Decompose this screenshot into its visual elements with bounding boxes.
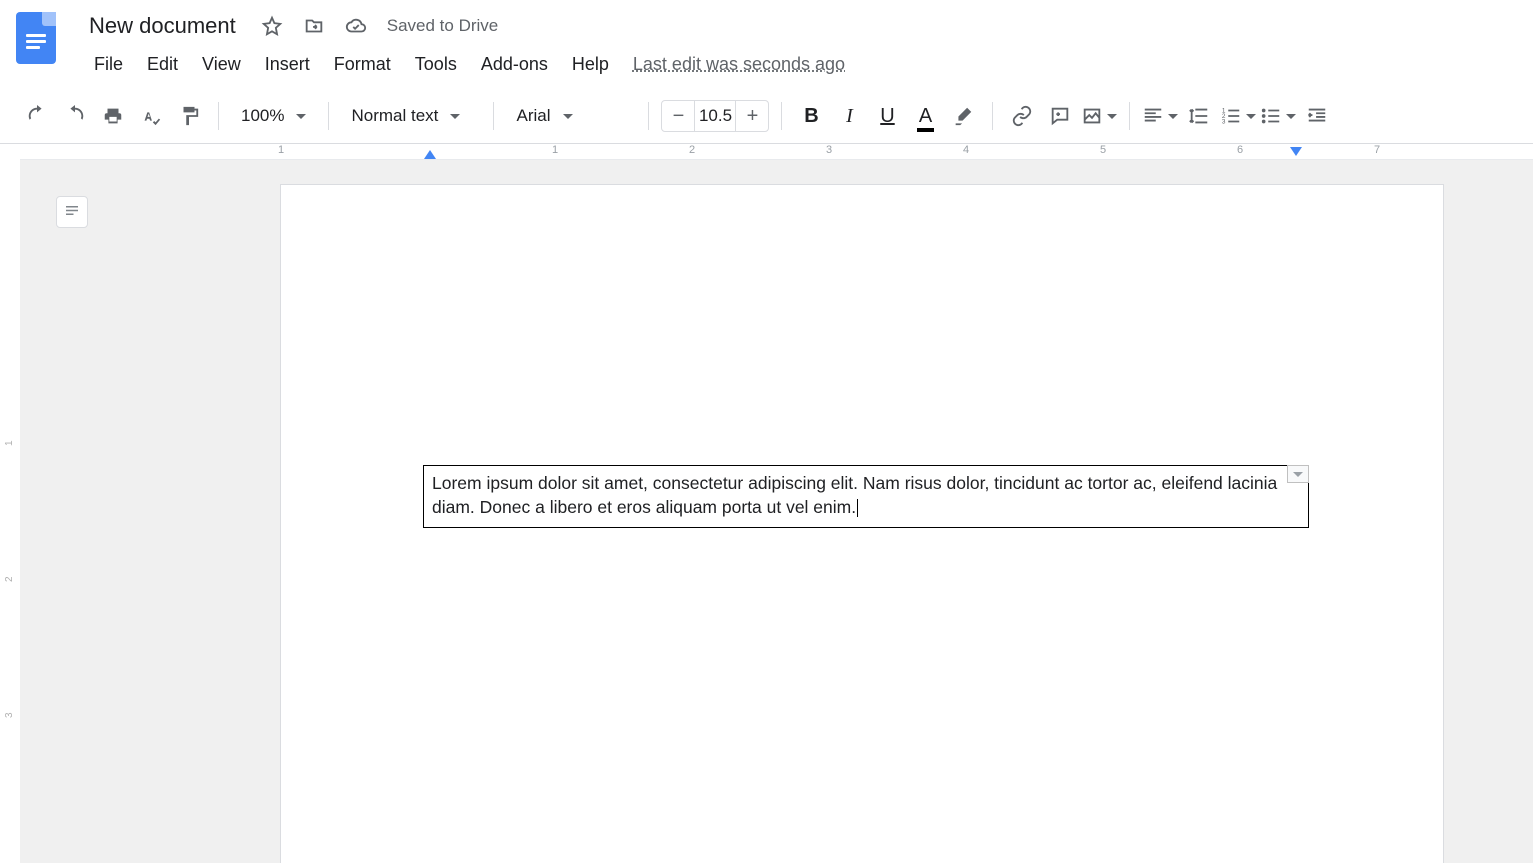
ruler-number: 3 — [4, 712, 15, 718]
docs-logo-icon[interactable] — [16, 12, 56, 64]
text-cursor — [857, 499, 858, 517]
menu-edit[interactable]: Edit — [137, 50, 188, 79]
chevron-down-icon — [563, 114, 573, 119]
ruler-number: 5 — [1100, 144, 1106, 156]
menu-addons[interactable]: Add-ons — [471, 50, 558, 79]
undo-button[interactable] — [20, 99, 54, 133]
ruler-number: 6 — [1237, 144, 1243, 156]
left-indent-marker[interactable] — [424, 150, 436, 159]
italic-button[interactable]: I — [832, 99, 866, 133]
font-size-control: − + — [661, 100, 769, 132]
star-icon[interactable] — [261, 15, 283, 37]
toolbar: 100% Normal text Arial − + B I U A 123 — [0, 88, 1533, 144]
insert-link-button[interactable] — [1005, 99, 1039, 133]
font-family-value: Arial — [516, 106, 550, 126]
text-box[interactable]: Lorem ipsum dolor sit amet, consectetur … — [423, 465, 1309, 528]
chevron-down-icon — [296, 114, 306, 119]
app-header: New document Saved to Drive File Edit Vi… — [0, 0, 1533, 88]
zoom-value: 100% — [241, 106, 284, 126]
save-status-text: Saved to Drive — [387, 16, 499, 36]
document-title-input[interactable]: New document — [84, 10, 241, 42]
font-family-dropdown[interactable]: Arial — [506, 99, 636, 133]
last-edit-link[interactable]: Last edit was seconds ago — [623, 50, 855, 79]
cloud-saved-icon[interactable] — [345, 15, 367, 37]
highlight-color-button[interactable] — [946, 99, 980, 133]
insert-comment-button[interactable] — [1043, 99, 1077, 133]
font-size-decrease-button[interactable]: − — [662, 101, 694, 131]
ruler-number: 3 — [826, 144, 832, 156]
ruler-number: 1 — [4, 440, 15, 446]
textbox-options-button[interactable] — [1287, 465, 1309, 483]
bold-button[interactable]: B — [794, 99, 828, 133]
right-indent-marker[interactable] — [1290, 147, 1302, 156]
paragraph-style-dropdown[interactable]: Normal text — [341, 99, 481, 133]
font-size-input[interactable] — [694, 101, 736, 131]
chevron-down-icon — [450, 114, 460, 119]
svg-text:3: 3 — [1222, 118, 1226, 125]
menu-view[interactable]: View — [192, 50, 251, 79]
decrease-indent-button[interactable] — [1300, 99, 1334, 133]
numbered-list-button[interactable]: 123 — [1220, 99, 1256, 133]
menu-tools[interactable]: Tools — [405, 50, 467, 79]
move-folder-icon[interactable] — [303, 15, 325, 37]
workspace: 1 2 3 1 1 2 3 4 5 6 7 Lorem ipsum dolor sit amet,… — [0, 144, 1533, 863]
redo-button[interactable] — [58, 99, 92, 133]
ruler-number: 1 — [278, 144, 284, 156]
menu-insert[interactable]: Insert — [255, 50, 320, 79]
paragraph-style-value: Normal text — [351, 106, 438, 126]
zoom-dropdown[interactable]: 100% — [231, 99, 316, 133]
ruler-number: 4 — [963, 144, 969, 156]
menu-format[interactable]: Format — [324, 50, 401, 79]
text-color-button[interactable]: A — [908, 99, 942, 133]
chevron-down-icon — [1246, 114, 1256, 119]
chevron-down-icon — [1168, 114, 1178, 119]
chevron-down-icon — [1286, 114, 1296, 119]
print-button[interactable] — [96, 99, 130, 133]
document-outline-button[interactable] — [56, 196, 88, 228]
ruler-number: 1 — [552, 144, 558, 156]
align-button[interactable] — [1142, 99, 1178, 133]
chevron-down-icon — [1107, 114, 1117, 119]
underline-button[interactable]: U — [870, 99, 904, 133]
ruler-number: 2 — [4, 576, 15, 582]
document-canvas[interactable]: Lorem ipsum dolor sit amet, consectetur … — [20, 160, 1533, 863]
menu-file[interactable]: File — [84, 50, 133, 79]
bulleted-list-button[interactable] — [1260, 99, 1296, 133]
spellcheck-button[interactable] — [134, 99, 168, 133]
ruler-number: 7 — [1374, 144, 1380, 156]
vertical-ruler: 1 2 3 — [0, 144, 20, 863]
menu-help[interactable]: Help — [562, 50, 619, 79]
line-spacing-button[interactable] — [1182, 99, 1216, 133]
textbox-content[interactable]: Lorem ipsum dolor sit amet, consectetur … — [432, 473, 1277, 517]
ruler-number: 2 — [689, 144, 695, 156]
document-page[interactable]: Lorem ipsum dolor sit amet, consectetur … — [280, 184, 1444, 863]
paint-format-button[interactable] — [172, 99, 206, 133]
menu-bar: File Edit View Insert Format Tools Add-o… — [84, 50, 855, 79]
horizontal-ruler: 1 1 2 3 4 5 6 7 — [20, 144, 1533, 160]
insert-image-button[interactable] — [1081, 99, 1117, 133]
font-size-increase-button[interactable]: + — [736, 101, 768, 131]
